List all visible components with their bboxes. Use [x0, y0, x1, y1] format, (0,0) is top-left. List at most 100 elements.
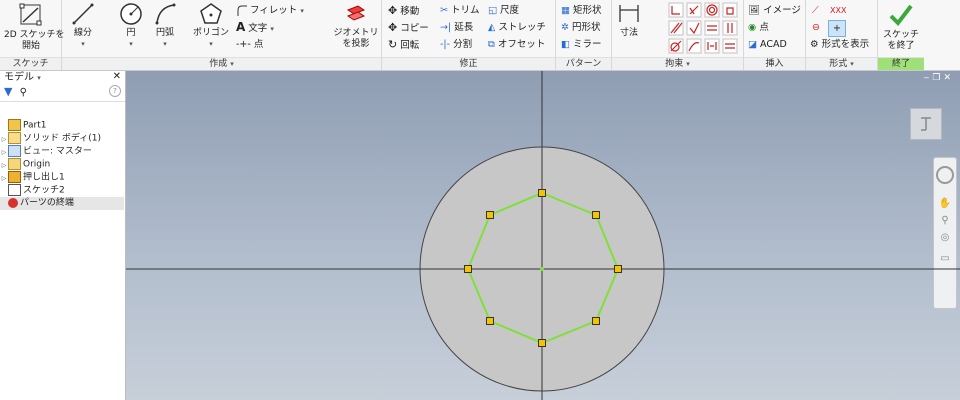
extend-button[interactable]: →| 延長: [440, 20, 473, 35]
copy-button[interactable]: ✥ コピー: [388, 20, 429, 35]
trim-button[interactable]: ✂ トリム: [440, 3, 480, 18]
move-icon: ✥: [388, 4, 398, 17]
pattern-panel: ▦ 矩形状 ✲ 円形状 ◧ ミラー パターン: [556, 0, 612, 70]
circular-pattern-button[interactable]: ✲ 円形状: [561, 20, 601, 35]
stretch-button[interactable]: ◭ ストレッチ: [488, 20, 546, 35]
polygon-icon: [200, 3, 222, 24]
scale-button[interactable]: ◱ 尺度: [488, 3, 519, 18]
driven-dimension-icon: XXX: [830, 6, 847, 15]
insert-panel: 🖼 イメージ ◉ 点 ◪ ACAD 挿入: [744, 0, 806, 70]
centerline-button[interactable]: ⊖: [812, 20, 820, 35]
tree-label-sketch: スケッチ2: [23, 185, 65, 196]
folder-icon: [8, 158, 21, 170]
vertex-point[interactable]: [614, 265, 622, 273]
vertex-point[interactable]: [592, 211, 600, 219]
split-icon: -|-: [440, 39, 451, 50]
point-button[interactable]: -+- 点: [236, 37, 263, 52]
sketch-view: [126, 71, 960, 400]
offset-button[interactable]: ⧉ オフセット: [488, 37, 545, 52]
rotate-icon: ↻: [388, 38, 398, 51]
mirror-button[interactable]: ◧ ミラー: [561, 37, 602, 52]
constrain-panel: 寸法 拘束 ▾: [612, 0, 744, 70]
tree-node-extrude[interactable]: ▷ 押し出し1: [0, 171, 124, 184]
pattern-panel-title: パターン: [556, 57, 611, 70]
insert-point-button[interactable]: ◉ 点: [748, 20, 769, 35]
start-2d-sketch-label: 2D スケッチを 開始: [4, 30, 65, 51]
text-button[interactable]: A 文字 ▾: [236, 20, 274, 35]
arc-button[interactable]: 円弧 ▾: [148, 2, 182, 50]
insert-image-button[interactable]: 🖼 イメージ: [748, 3, 801, 18]
insert-acad-label: ACAD: [760, 39, 787, 50]
dimension-button[interactable]: 寸法: [614, 2, 644, 39]
close-icon[interactable]: ✕: [113, 71, 121, 82]
vertex-point[interactable]: [592, 317, 600, 325]
rectangular-pattern-icon: ▦: [561, 5, 570, 16]
find-icon[interactable]: ⚲: [20, 87, 27, 98]
view-icon: [8, 145, 21, 157]
constraint-icons-grid: [668, 2, 738, 54]
tree-label-view: ビュー: マスター: [23, 146, 92, 157]
help-icon[interactable]: ?: [109, 85, 121, 97]
line-icon: [72, 3, 94, 25]
vertex-point[interactable]: [464, 265, 472, 273]
construction-button[interactable]: ⟋: [812, 3, 819, 18]
driven-dimension-button[interactable]: XXX: [830, 3, 846, 18]
tree-node-sketch[interactable]: スケッチ2: [0, 184, 124, 197]
rotate-button[interactable]: ↻ 回転: [388, 37, 419, 52]
start-2d-sketch-button[interactable]: 2D スケッチを 開始: [4, 2, 65, 52]
tree-label-solid-body: ソリッド ボディ(1): [23, 133, 101, 144]
move-label: 移動: [400, 6, 420, 17]
fillet-label: フィレット: [250, 5, 298, 16]
split-button[interactable]: -|- 分割: [440, 37, 472, 52]
format-title-text: 形式: [829, 59, 848, 69]
filter-icon[interactable]: ▼: [4, 85, 12, 98]
scale-label: 尺度: [500, 5, 520, 16]
tree-node-view[interactable]: ▷ ビュー: マスター: [0, 145, 124, 158]
create-title-text: 作成: [209, 59, 228, 69]
rectangular-pattern-button[interactable]: ▦ 矩形状: [561, 3, 602, 18]
format-panel: ⟋ XXX ⊖ + ⚙ 形式を表示 形式 ▾: [806, 0, 878, 70]
insert-panel-title: 挿入: [744, 57, 805, 70]
finish-sketch-button[interactable]: スケッチ を終了: [878, 2, 924, 52]
move-button[interactable]: ✥ 移動: [388, 3, 419, 18]
polygon-button[interactable]: ポリゴン ▾: [186, 2, 236, 50]
constrain-panel-title: 拘束 ▾: [612, 57, 743, 70]
extend-label: 延長: [454, 22, 474, 33]
browser-title: モデル: [4, 72, 34, 83]
tree-node-end-of-part[interactable]: パーツの終端: [0, 197, 124, 210]
copy-label: コピー: [400, 23, 429, 34]
project-geometry-button[interactable]: ジオメトリ を投影: [328, 2, 384, 50]
text-icon: A: [236, 20, 246, 34]
copy-icon: ✥: [388, 21, 398, 34]
offset-icon: ⧉: [488, 39, 495, 50]
mirror-icon: ◧: [561, 39, 570, 50]
show-format-button[interactable]: ⚙ 形式を表示: [810, 37, 869, 52]
format-panel-title: 形式 ▾: [806, 57, 877, 70]
vertex-point[interactable]: [538, 189, 546, 197]
insert-acad-button[interactable]: ◪ ACAD: [748, 37, 787, 52]
sketch-icon: [8, 184, 21, 196]
tree-node-origin[interactable]: ▷ Origin: [0, 158, 124, 171]
browser-toolbar: ▼ ⚲: [0, 85, 125, 102]
vertex-point[interactable]: [486, 317, 494, 325]
polygon-label: ポリゴン: [192, 28, 229, 38]
center-point-icon: +: [833, 23, 841, 34]
modify-panel-title: 修正: [382, 57, 555, 70]
browser-header[interactable]: モデル ▾: [0, 71, 125, 85]
center-point[interactable]: [540, 267, 544, 271]
graphics-window[interactable]: ‒❐✕ ✋ ⚲ ◎ ▭: [126, 71, 960, 400]
vertex-point[interactable]: [538, 339, 546, 347]
center-point-button[interactable]: +: [828, 20, 846, 37]
tree-node-part[interactable]: Part1: [0, 119, 124, 132]
circle-button[interactable]: 円 ▾: [116, 2, 146, 50]
fillet-button[interactable]: フィレット ▾: [236, 3, 304, 18]
circular-pattern-label: 円形状: [572, 22, 601, 33]
tree-label-end-of-part: パーツの終端: [20, 198, 74, 208]
tree-label-origin: Origin: [23, 159, 51, 170]
vertex-point[interactable]: [486, 211, 494, 219]
tree-node-solid-body[interactable]: ▷ ソリッド ボディ(1): [0, 132, 124, 145]
extend-icon: →|: [440, 22, 452, 33]
exit-panel-title: 終了: [878, 57, 924, 70]
line-button[interactable]: 線分 ▾: [68, 2, 98, 50]
tree-label-extrude: 押し出し1: [23, 172, 65, 183]
